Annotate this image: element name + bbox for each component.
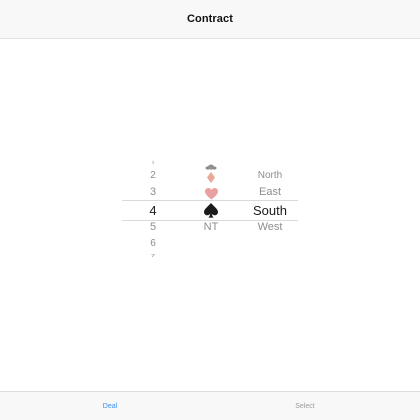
level-option-1[interactable]: 1 [130,161,176,165]
level-option-2[interactable]: 2 [130,171,176,181]
seat-option-west[interactable]: West [236,222,304,233]
deal-button[interactable]: Deal [70,392,150,420]
level-option-4-selected[interactable]: 4 [130,204,176,217]
seat-option-north[interactable]: North [236,171,304,181]
page-title: Contract [186,13,234,25]
level-wheel[interactable]: 1 2 3 4 5 6 7 [130,150,176,265]
contract-picker[interactable]: 1 2 3 4 5 6 7 NT North East South West [0,150,420,265]
level-option-6[interactable]: 6 [130,239,176,249]
level-option-3[interactable]: 3 [130,187,176,198]
seat-option-east[interactable]: East [236,187,304,198]
spades-icon[interactable] [188,203,234,219]
level-option-5[interactable]: 5 [130,222,176,233]
level-option-7[interactable]: 7 [130,253,176,259]
bottom-toolbar: Deal Select [0,391,420,420]
seat-wheel[interactable]: North East South West [236,150,304,265]
suit-wheel[interactable]: NT [188,150,234,265]
navigation-bar: Contract [0,0,420,39]
no-trump-option[interactable]: NT [188,222,234,233]
contract-screen: Contract 1 2 3 4 5 6 7 NT North East Sou… [0,0,420,420]
diamonds-icon[interactable] [188,170,234,186]
select-button[interactable]: Select [265,392,345,420]
hearts-icon[interactable] [188,186,234,202]
seat-option-south-selected[interactable]: South [236,204,304,217]
